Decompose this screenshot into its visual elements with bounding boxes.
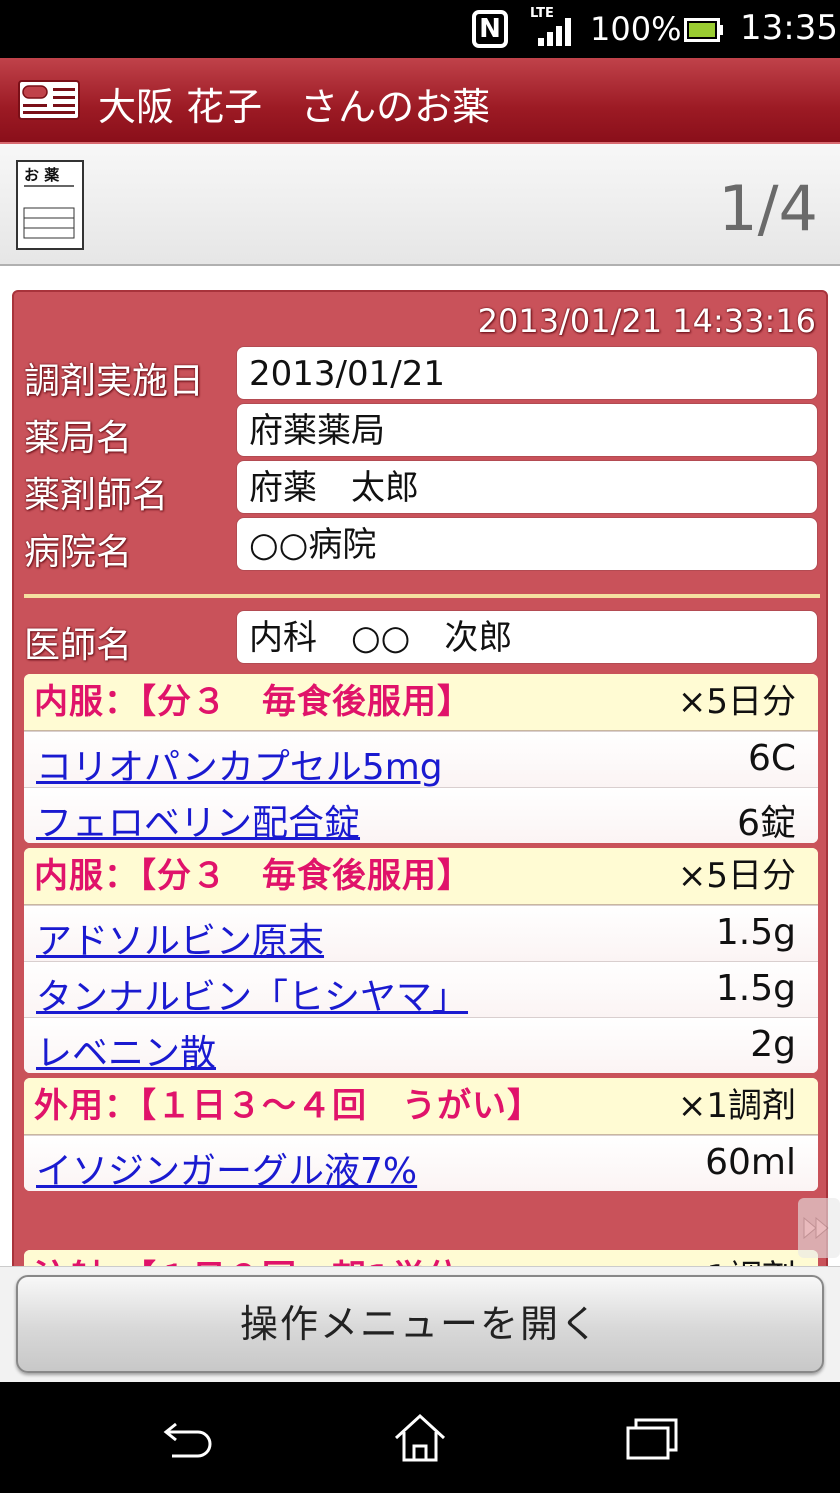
recents-icon[interactable] xyxy=(622,1410,682,1466)
hospital-value: ○○病院 xyxy=(236,517,818,571)
navigation-bar xyxy=(0,1382,840,1493)
pharmacy-row: 薬局名 府薬薬局 xyxy=(24,403,818,459)
drug-quantity: 6錠 xyxy=(737,803,796,843)
drug-row[interactable]: アドソルビン原末 1.5g xyxy=(24,905,818,964)
drug-row[interactable]: レベニン散 2g xyxy=(24,1017,818,1073)
pharmacy-label: 薬局名 xyxy=(24,418,133,459)
prescription-block: 内服：【分３ 毎食後服用】 ×5日分 コリオパンカプセル5mg 6C フェロベリ… xyxy=(24,674,818,843)
drug-name-link[interactable]: イソジンガーグル液7% xyxy=(36,1142,417,1191)
open-menu-button[interactable]: 操作メニューを開く xyxy=(16,1275,824,1373)
svg-text:お 薬: お 薬 xyxy=(24,166,59,184)
record-card: 2013/01/21 14:33:16 調剤実施日 2013/01/21 薬局名… xyxy=(12,290,828,1266)
dispense-date-label: 調剤実施日 xyxy=(24,361,205,402)
page-indicator: 1/4 xyxy=(718,172,818,245)
status-bar: N LTE 100% 13:35 xyxy=(0,0,840,58)
hospital-row: 病院名 ○○病院 xyxy=(24,517,818,573)
drug-name-link[interactable]: レベニン散 xyxy=(36,1024,216,1073)
medicine-notebook-icon: お 薬 xyxy=(16,160,84,250)
prescription-usage: 内服：【分３ 毎食後服用】 xyxy=(34,682,472,722)
dispense-date-value: 2013/01/21 xyxy=(236,346,818,400)
battery-icon xyxy=(684,18,720,42)
pharmacist-label: 薬剤師名 xyxy=(24,475,169,516)
nfc-icon: N xyxy=(472,10,508,48)
drug-name-link[interactable]: タンナルビン「ヒシヤマ」 xyxy=(36,968,468,1020)
prescription-days: ×5日分 xyxy=(677,682,796,722)
drug-row[interactable]: コリオパンカプセル5mg 6C xyxy=(24,731,818,790)
prescription-header: 内服：【分３ 毎食後服用】 ×5日分 xyxy=(24,848,818,905)
prescription-days: ×1調剤 xyxy=(677,1086,796,1126)
prescription-block: 内服：【分３ 毎食後服用】 ×5日分 アドソルビン原末 1.5g タンナルビン「… xyxy=(24,848,818,1073)
prescription-usage: 外用：【１日３～４回 うがい】 xyxy=(34,1086,542,1126)
drug-row[interactable]: イソジンガーグル液7% 60ml xyxy=(24,1135,818,1191)
pharmacist-value: 府薬 太郎 xyxy=(236,460,818,514)
prescription-usage: 注射：【１日２回 朝1単位 xyxy=(34,1256,634,1266)
medicine-card-icon xyxy=(18,80,80,120)
drug-quantity: 60ml xyxy=(705,1142,796,1183)
doctor-row: 医師名 内科 ○○ 次郎 xyxy=(24,610,818,666)
prescription-block: 外用：【１日３～４回 うがい】 ×1調剤 イソジンガーグル液7% 60ml xyxy=(24,1078,818,1191)
section-divider xyxy=(24,594,820,598)
prescription-days: ×5日分 xyxy=(677,856,796,896)
page-title: 大阪 花子 さんのお薬 xyxy=(98,85,491,129)
doctor-value: 内科 ○○ 次郎 xyxy=(236,610,818,664)
bottom-button-area: 操作メニューを開く xyxy=(0,1266,840,1382)
fast-scroll-icon[interactable] xyxy=(798,1198,840,1258)
prescription-header: 外用：【１日３～４回 うがい】 ×1調剤 xyxy=(24,1078,818,1135)
drug-quantity: 1.5g xyxy=(715,912,796,953)
pharmacy-value: 府薬薬局 xyxy=(236,403,818,457)
prescription-block: 注射：【１日２回 朝1単位 ×1調剤 xyxy=(24,1250,818,1266)
drug-quantity: 2g xyxy=(750,1024,796,1065)
drug-name-link[interactable]: フェロベリン配合錠 xyxy=(36,794,360,843)
drug-name-link[interactable]: コリオパンカプセル5mg xyxy=(36,738,443,790)
drug-quantity: 1.5g xyxy=(715,968,796,1009)
battery-percentage: 100% xyxy=(590,10,682,48)
record-content[interactable]: 2013/01/21 14:33:16 調剤実施日 2013/01/21 薬局名… xyxy=(0,266,840,1266)
sub-header: お 薬 1/4 xyxy=(0,144,840,266)
title-bar: 大阪 花子 さんのお薬 xyxy=(0,58,840,144)
prescription-usage: 内服：【分３ 毎食後服用】 xyxy=(34,856,472,896)
back-icon[interactable] xyxy=(158,1410,218,1466)
hospital-label: 病院名 xyxy=(24,532,133,573)
clock: 13:35 xyxy=(740,8,838,48)
dispense-date-row: 調剤実施日 2013/01/21 xyxy=(24,346,818,402)
pharmacist-row: 薬剤師名 府薬 太郎 xyxy=(24,460,818,516)
drug-name-link[interactable]: アドソルビン原末 xyxy=(36,912,324,964)
home-icon[interactable] xyxy=(390,1410,450,1466)
drug-quantity: 6C xyxy=(747,738,796,779)
prescription-header: 内服：【分３ 毎食後服用】 ×5日分 xyxy=(24,674,818,731)
doctor-label: 医師名 xyxy=(24,625,133,666)
record-timestamp: 2013/01/21 14:33:16 xyxy=(477,302,816,340)
signal-icon xyxy=(538,18,571,46)
drug-row[interactable]: フェロベリン配合錠 6錠 xyxy=(24,787,818,843)
prescription-days: ×1調剤 xyxy=(678,1256,796,1266)
drug-row[interactable]: タンナルビン「ヒシヤマ」 1.5g xyxy=(24,961,818,1020)
prescription-header: 注射：【１日２回 朝1単位 ×1調剤 xyxy=(24,1250,818,1266)
